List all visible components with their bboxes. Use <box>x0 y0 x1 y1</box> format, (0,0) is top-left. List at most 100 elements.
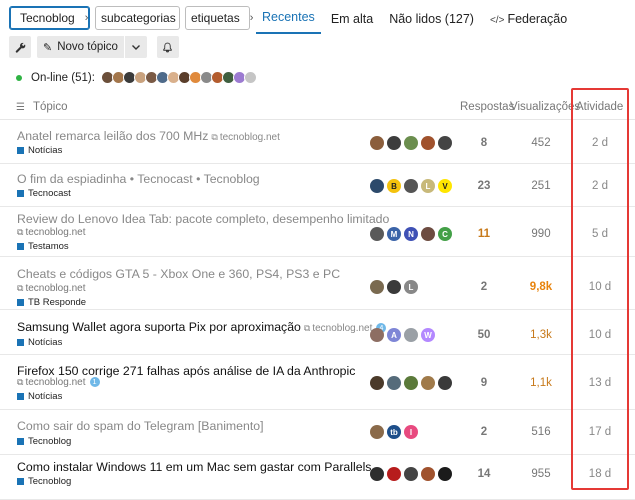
tab-federacao[interactable]: </> Federação <box>490 12 567 34</box>
topic-title-text[interactable]: Anatel remarca leilão dos 700 MHz <box>17 129 208 143</box>
category-dropdown[interactable]: Tecnoblog › <box>9 6 90 30</box>
tab-nao-lidos[interactable]: Não lidos (127) <box>389 12 474 34</box>
poster-avatar[interactable] <box>438 467 452 481</box>
poster-avatar[interactable] <box>387 136 401 150</box>
topic-category[interactable]: Tecnoblog <box>17 436 71 447</box>
topic-category[interactable]: Tecnoblog <box>17 476 71 487</box>
topic-title-text[interactable]: Firefox 150 corrige 271 falhas após anál… <box>17 364 355 378</box>
poster-avatar[interactable] <box>438 136 452 150</box>
unread-count-badge[interactable]: 1 <box>89 377 100 388</box>
topic-replies[interactable]: 50 <box>455 329 513 341</box>
poster-avatar[interactable]: M <box>387 227 401 241</box>
topic-activity[interactable]: 10 d <box>571 329 629 341</box>
topic-row[interactable]: Cheats e códigos GTA 5 - Xbox One e 360,… <box>0 257 635 310</box>
topic-category[interactable]: TB Responde <box>17 297 86 308</box>
topic-category[interactable]: Notícias <box>17 145 62 156</box>
poster-avatar[interactable] <box>404 467 418 481</box>
topic-replies[interactable]: 2 <box>455 426 513 438</box>
poster-avatar[interactable]: L <box>404 280 418 294</box>
poster-avatar[interactable] <box>370 467 384 481</box>
topic-activity[interactable]: 5 d <box>571 228 629 240</box>
poster-avatar[interactable] <box>404 179 418 193</box>
poster-avatar[interactable] <box>370 136 384 150</box>
poster-avatar[interactable] <box>421 136 435 150</box>
topic-domain-link[interactable]: ⧉ tecnoblog.net <box>211 132 280 143</box>
notification-bell-button[interactable] <box>156 36 179 58</box>
poster-avatar[interactable] <box>421 376 435 390</box>
header-activity[interactable]: Atividade <box>576 101 623 113</box>
poster-avatar[interactable] <box>421 227 435 241</box>
topic-title-text[interactable]: Cheats e códigos GTA 5 - Xbox One e 360,… <box>17 267 340 281</box>
topic-title-text[interactable]: O fim da espiadinha • Tecnocast • Tecnob… <box>17 172 260 186</box>
topic-title[interactable]: Samsung Wallet agora suporta Pix por apr… <box>17 320 387 334</box>
topic-activity[interactable]: 18 d <box>571 468 629 480</box>
admin-wrench-button[interactable] <box>9 36 31 58</box>
topic-activity[interactable]: 10 d <box>571 281 629 293</box>
topic-activity[interactable]: 17 d <box>571 426 629 438</box>
topic-row[interactable]: Review do Lenovo Idea Tab: pacote comple… <box>0 207 635 257</box>
poster-avatar[interactable]: V <box>438 179 452 193</box>
topic-title[interactable]: Review do Lenovo Idea Tab: pacote comple… <box>17 212 389 226</box>
topic-title[interactable]: Cheats e códigos GTA 5 - Xbox One e 360,… <box>17 267 340 281</box>
topic-title[interactable]: Anatel remarca leilão dos 700 MHz ⧉ tecnob… <box>17 129 280 143</box>
poster-avatar[interactable] <box>387 376 401 390</box>
subcategories-dropdown[interactable]: subcategorias › <box>95 6 189 30</box>
poster-avatar[interactable] <box>387 467 401 481</box>
poster-avatar[interactable] <box>370 425 384 439</box>
topic-replies[interactable]: 14 <box>455 468 513 480</box>
poster-avatar[interactable] <box>370 376 384 390</box>
topic-domain-link[interactable]: ⧉ tecnoblog.net <box>304 323 373 334</box>
topic-domain-link[interactable]: ⧉ tecnoblog.net <box>17 283 86 294</box>
poster-avatar[interactable] <box>421 467 435 481</box>
topic-row[interactable]: O fim da espiadinha • Tecnocast • Tecnob… <box>0 164 635 207</box>
topic-row[interactable]: Como instalar Windows 11 em um Mac sem g… <box>0 455 635 500</box>
topic-row[interactable]: Firefox 150 corrige 271 falhas após anál… <box>0 355 635 410</box>
poster-avatar[interactable] <box>404 328 418 342</box>
topic-row[interactable]: Samsung Wallet agora suporta Pix por apr… <box>0 310 635 355</box>
header-replies[interactable]: Respostas <box>460 101 514 113</box>
poster-avatar[interactable]: tb <box>387 425 401 439</box>
new-topic-button[interactable]: ✎ Novo tópico <box>37 36 124 58</box>
topic-title-text[interactable]: Como instalar Windows 11 em um Mac sem g… <box>17 460 371 474</box>
poster-avatar[interactable] <box>404 376 418 390</box>
topic-activity[interactable]: 13 d <box>571 377 629 389</box>
poster-avatar[interactable]: W <box>421 328 435 342</box>
topic-category[interactable]: Tecnocast <box>17 188 71 199</box>
poster-avatar[interactable]: B <box>387 179 401 193</box>
poster-avatar[interactable]: L <box>421 179 435 193</box>
topic-replies[interactable]: 8 <box>455 137 513 149</box>
poster-avatar[interactable] <box>387 280 401 294</box>
topic-title-text[interactable]: Como sair do spam do Telegram [Banimento… <box>17 419 264 433</box>
poster-avatar[interactable] <box>370 280 384 294</box>
poster-avatar[interactable] <box>404 136 418 150</box>
topic-title[interactable]: Firefox 150 corrige 271 falhas após anál… <box>17 364 355 378</box>
poster-avatar[interactable] <box>438 376 452 390</box>
tab-em-alta[interactable]: Em alta <box>331 12 373 34</box>
topic-replies[interactable]: 9 <box>455 377 513 389</box>
topic-domain-link[interactable]: ⧉ tecnoblog.net 1 <box>17 377 100 388</box>
topic-activity[interactable]: 2 d <box>571 137 629 149</box>
poster-avatar[interactable]: C <box>438 227 452 241</box>
poster-avatar[interactable] <box>370 179 384 193</box>
topic-row[interactable]: Como sair do spam do Telegram [Banimento… <box>0 410 635 455</box>
topic-title[interactable]: Como instalar Windows 11 em um Mac sem g… <box>17 460 371 474</box>
topic-title[interactable]: O fim da espiadinha • Tecnocast • Tecnob… <box>17 172 260 186</box>
topic-replies[interactable]: 11 <box>455 228 513 240</box>
poster-avatar[interactable]: A <box>387 328 401 342</box>
topic-category[interactable]: Notícias <box>17 391 62 402</box>
header-views[interactable]: Visualizações <box>510 101 580 113</box>
topic-replies[interactable]: 23 <box>455 180 513 192</box>
poster-avatar[interactable]: N <box>404 227 418 241</box>
topic-activity[interactable]: 2 d <box>571 180 629 192</box>
tags-dropdown[interactable]: etiquetas › <box>185 6 253 30</box>
topic-category[interactable]: Testamos <box>17 241 69 252</box>
topic-title-text[interactable]: Samsung Wallet agora suporta Pix por apr… <box>17 320 301 334</box>
topic-replies[interactable]: 2 <box>455 281 513 293</box>
new-topic-options-button[interactable] <box>124 36 147 58</box>
tab-recentes[interactable]: Recentes <box>256 10 321 34</box>
topic-title[interactable]: Como sair do spam do Telegram [Banimento… <box>17 419 264 433</box>
topic-title-text[interactable]: Review do Lenovo Idea Tab: pacote comple… <box>17 212 389 226</box>
poster-avatar[interactable] <box>370 328 384 342</box>
poster-avatar[interactable] <box>370 227 384 241</box>
topic-domain-link[interactable]: ⧉ tecnoblog.net <box>17 227 86 238</box>
